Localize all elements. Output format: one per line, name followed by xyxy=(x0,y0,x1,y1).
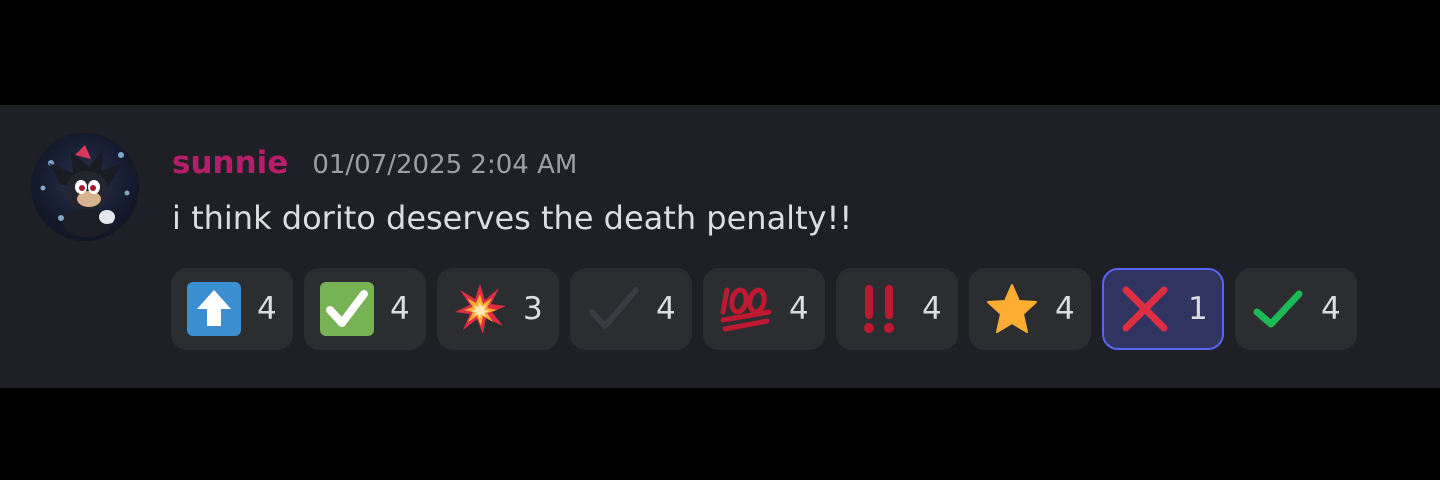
timestamp: 01/07/2025 2:04 AM xyxy=(312,150,578,180)
message-content: i think dorito deserves the death penalt… xyxy=(172,199,853,237)
reaction-dark-check[interactable]: 4 xyxy=(570,268,692,350)
message-header: sunnie 01/07/2025 2:04 AM xyxy=(172,145,577,185)
reaction-star[interactable]: 4 xyxy=(969,268,1091,350)
green-check-icon xyxy=(1251,282,1305,336)
up-arrow-icon xyxy=(187,282,241,336)
cross-mark-icon xyxy=(1118,282,1172,336)
check-mark-button-icon xyxy=(320,282,374,336)
reaction-count: 4 xyxy=(257,291,277,327)
reaction-cross-mark[interactable]: 1 xyxy=(1102,268,1224,350)
reaction-count: 4 xyxy=(390,291,410,327)
reaction-collision[interactable]: 3 xyxy=(437,268,559,350)
dark-check-icon xyxy=(586,282,640,336)
star-icon xyxy=(985,282,1039,336)
collision-icon xyxy=(453,282,507,336)
reaction-count: 4 xyxy=(1321,291,1341,327)
reaction-count: 4 xyxy=(789,291,809,327)
reaction-check-mark-button[interactable]: 4 xyxy=(304,268,426,350)
reactions-bar: 4 4 3 4 4 4 4 1 4 xyxy=(171,268,1368,350)
avatar-image xyxy=(40,145,130,237)
reaction-hundred-points[interactable]: 4 xyxy=(703,268,825,350)
reaction-count: 4 xyxy=(1055,291,1075,327)
reaction-count: 4 xyxy=(922,291,942,327)
username[interactable]: sunnie xyxy=(172,145,288,181)
double-exclamation-icon xyxy=(852,282,906,336)
reaction-count: 1 xyxy=(1188,291,1208,327)
reaction-count: 4 xyxy=(656,291,676,327)
reaction-green-check[interactable]: 4 xyxy=(1235,268,1357,350)
avatar[interactable] xyxy=(31,133,139,241)
reaction-count: 3 xyxy=(523,291,543,327)
reaction-double-exclamation[interactable]: 4 xyxy=(836,268,958,350)
hundred-points-icon xyxy=(719,282,773,336)
reaction-up-arrow[interactable]: 4 xyxy=(171,268,293,350)
chat-message: sunnie 01/07/2025 2:04 AM i think dorito… xyxy=(0,105,1440,388)
